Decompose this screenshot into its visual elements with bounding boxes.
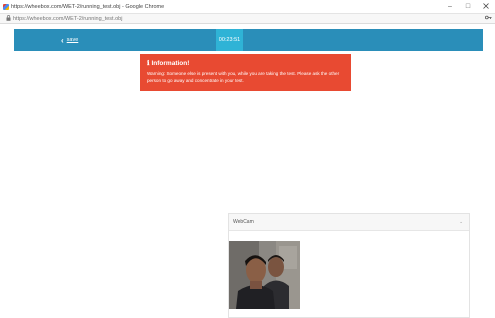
information-alert: ℹ Information! Warning: Someone else is … [140, 54, 351, 91]
minimize-button[interactable]: – [441, 3, 459, 10]
info-icon: ℹ [147, 60, 150, 67]
webcam-title: WebCam [233, 219, 254, 225]
close-icon [483, 2, 489, 9]
lock-icon [3, 14, 13, 23]
maximize-button[interactable]: □ [459, 3, 477, 10]
chevron-left-icon: ‹ [61, 35, 64, 45]
alert-message: Warning: Someone else is present with yo… [147, 71, 340, 83]
alert-title: Information! [151, 59, 190, 67]
webcam-panel-header[interactable]: WebCam ⌄ [229, 214, 469, 231]
key-icon[interactable] [481, 15, 495, 22]
back-label: save [66, 37, 79, 43]
webcam-panel: WebCam ⌄ [228, 213, 470, 318]
close-button[interactable] [477, 2, 495, 11]
back-link[interactable]: ‹ save [61, 29, 78, 51]
webcam-frame-image [229, 241, 300, 309]
url-text[interactable]: https://wheebox.com/WET-2/running_test.o… [13, 16, 481, 22]
browser-title-bar: https://wheebox.com/WET-2/running_test.o… [0, 0, 495, 13]
address-bar[interactable]: https://wheebox.com/WET-2/running_test.o… [0, 13, 495, 24]
webcam-video-feed [229, 241, 300, 309]
alert-header: ℹ Information! [147, 59, 344, 68]
test-header-bar: ‹ save 00:23:51 [14, 29, 483, 51]
chevron-down-icon[interactable]: ⌄ [459, 219, 463, 225]
window-title: https://wheebox.com/WET-2/running_test.o… [11, 3, 165, 10]
site-favicon-icon [3, 3, 9, 10]
countdown-timer: 00:23:51 [216, 29, 243, 51]
